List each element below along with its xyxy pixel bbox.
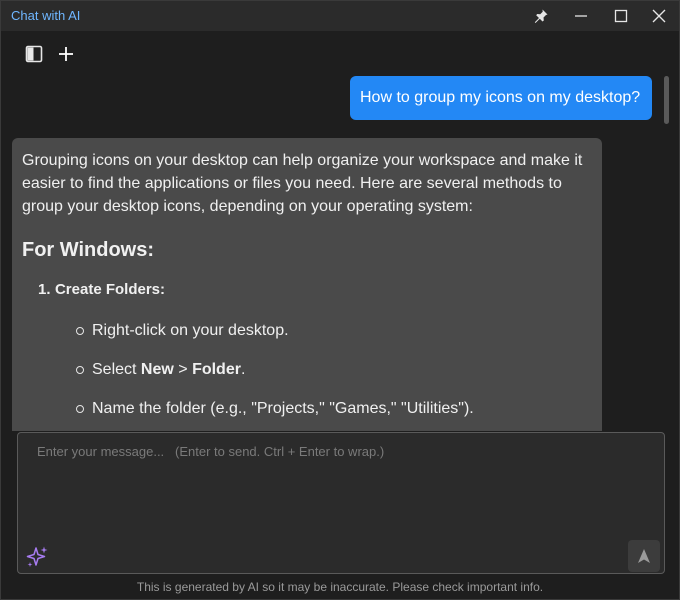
sidebar-toggle-icon bbox=[25, 45, 43, 63]
send-icon bbox=[638, 549, 650, 563]
message-composer bbox=[17, 432, 665, 574]
ai-message: Grouping icons on your desktop can help … bbox=[12, 138, 602, 431]
steps-list: 1. Create Folders: Right-click on your d… bbox=[38, 278, 592, 420]
bullet-item: Name the folder (e.g., "Projects," "Game… bbox=[76, 397, 592, 420]
ai-assist-button[interactable] bbox=[26, 545, 50, 569]
close-button[interactable] bbox=[639, 1, 679, 31]
bullet-bold-folder: Folder bbox=[192, 361, 241, 378]
ai-heading: For Windows: bbox=[22, 239, 155, 261]
bullet-item: Select New > Folder. bbox=[76, 358, 592, 381]
chat-messages[interactable]: How to group my icons on my desktop? Gro… bbox=[1, 73, 679, 431]
window-title: Chat with AI bbox=[11, 8, 81, 23]
bullet-separator: > bbox=[173, 361, 193, 378]
ai-intro-text: Grouping icons on your desktop can help … bbox=[22, 152, 583, 215]
maximize-button[interactable] bbox=[601, 1, 641, 31]
step-title: Create Folders: bbox=[54, 281, 166, 298]
chat-window: Chat with AI How to group my icons on my… bbox=[0, 0, 680, 600]
send-button[interactable] bbox=[628, 540, 660, 572]
plus-icon bbox=[59, 47, 73, 61]
step-item: 1. Create Folders: Right-click on your d… bbox=[38, 278, 592, 420]
bullet-item: Right-click on your desktop. bbox=[76, 319, 592, 342]
sparkle-icon bbox=[26, 546, 48, 567]
step-bullets: Right-click on your desktop. Select New … bbox=[76, 319, 592, 420]
pin-button[interactable] bbox=[521, 1, 561, 31]
new-chat-button[interactable] bbox=[54, 42, 78, 66]
message-input[interactable] bbox=[18, 433, 664, 533]
minimize-icon bbox=[575, 15, 587, 17]
bullet-text: Select bbox=[92, 361, 141, 378]
step-number: 1. bbox=[38, 281, 51, 298]
bullet-bold-new: New bbox=[140, 361, 174, 378]
title-bar: Chat with AI bbox=[1, 1, 679, 31]
chat-scrollbar[interactable] bbox=[664, 76, 669, 124]
minimize-button[interactable] bbox=[561, 1, 601, 31]
close-icon bbox=[652, 9, 666, 23]
sidebar-toggle-button[interactable] bbox=[22, 42, 46, 66]
maximize-icon bbox=[614, 9, 628, 23]
pin-icon bbox=[534, 9, 548, 23]
user-message: How to group my icons on my desktop? bbox=[350, 76, 652, 120]
ai-disclaimer: This is generated by AI so it may be ina… bbox=[136, 580, 544, 594]
bullet-text-end: . bbox=[240, 361, 246, 378]
